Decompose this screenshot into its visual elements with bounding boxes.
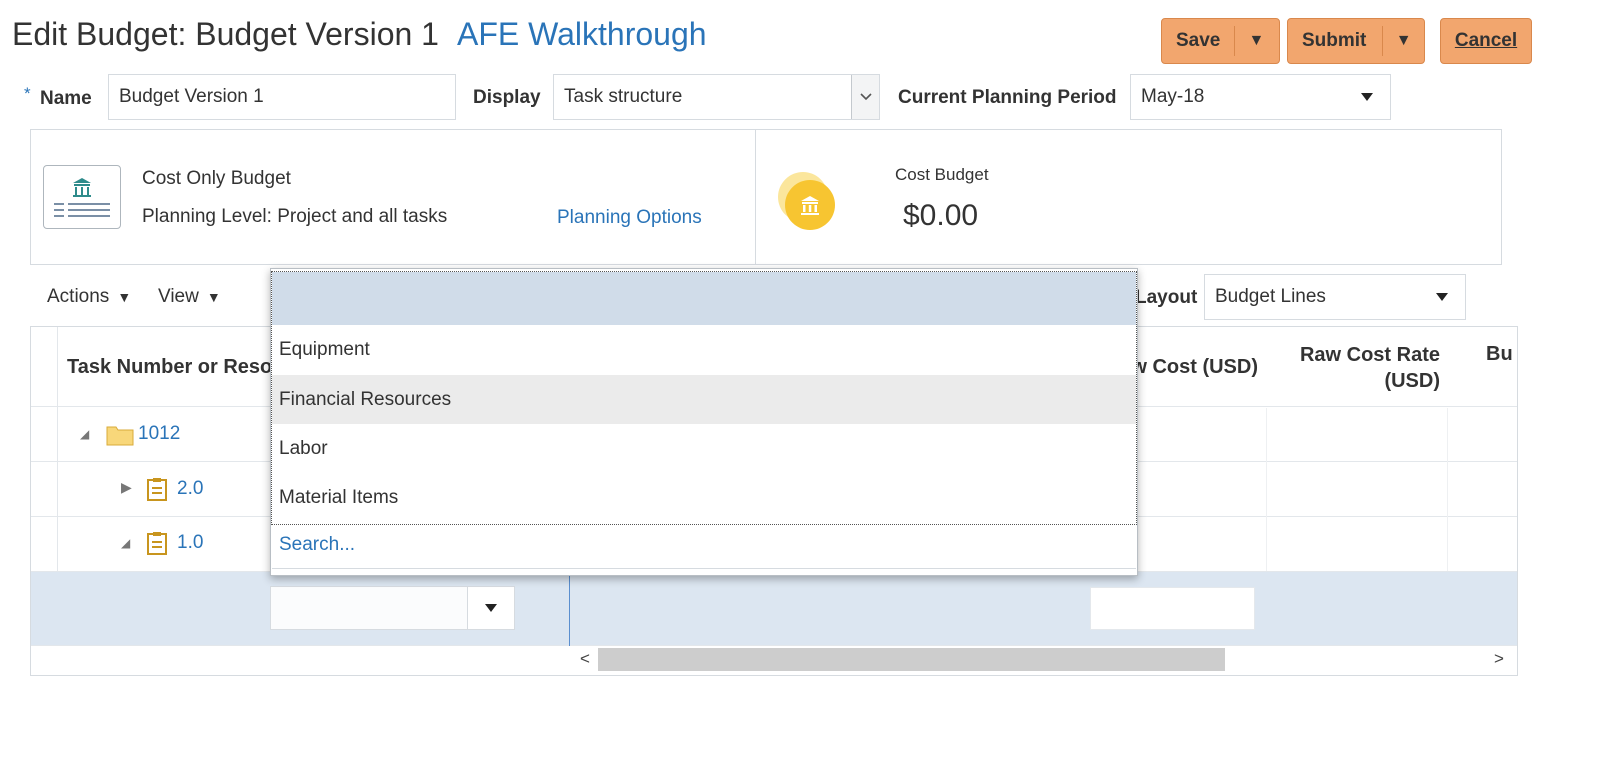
cell-focus-line xyxy=(569,572,570,646)
task-link-2-0[interactable]: 2.0 xyxy=(177,478,203,500)
col-header-budget[interactable]: Bu xyxy=(1486,343,1513,366)
dropdown-header-row[interactable] xyxy=(272,272,1136,325)
triangle-down-icon[interactable]: ◢ xyxy=(121,536,130,550)
actions-menu[interactable]: Actions ▼ xyxy=(47,286,131,308)
dropdown-item-equipment[interactable]: Equipment xyxy=(279,339,370,361)
triangle-right-icon[interactable]: ▶ xyxy=(121,479,132,496)
name-label: Name xyxy=(40,88,92,109)
dropdown-search-link[interactable]: Search... xyxy=(279,534,355,556)
display-label: Display xyxy=(473,87,541,108)
cancel-button[interactable]: Cancel xyxy=(1440,18,1532,64)
col-header-raw-rate-line1: Raw Cost Rate xyxy=(1299,344,1440,366)
row-divider xyxy=(31,645,1517,646)
planning-options-link[interactable]: Planning Options xyxy=(557,207,702,229)
col-header-task[interactable]: Task Number or Resource xyxy=(67,356,272,379)
resource-select[interactable] xyxy=(270,586,515,630)
save-button[interactable]: Save xyxy=(1162,30,1234,52)
period-label: Current Planning Period xyxy=(898,87,1117,108)
budget-type: Cost Only Budget xyxy=(142,168,291,189)
required-indicator: * xyxy=(24,84,31,103)
display-select-value: Task structure xyxy=(564,86,683,107)
actions-label: Actions xyxy=(47,286,110,307)
save-menu-arrow-icon[interactable]: ▼ xyxy=(1235,32,1277,50)
horizontal-scrollbar-thumb[interactable] xyxy=(598,648,1225,671)
name-input[interactable]: Budget Version 1 xyxy=(108,74,456,120)
submit-button-group: Submit ▼ xyxy=(1287,18,1425,64)
save-button-group: Save ▼ xyxy=(1161,18,1280,64)
page-title: Edit Budget: Budget Version 1 AFE Walkthr… xyxy=(12,16,707,53)
submit-button[interactable]: Submit xyxy=(1288,30,1382,52)
clipboard-icon xyxy=(146,477,168,506)
col-header-raw-cost[interactable]: Raw Cost (USD) xyxy=(1138,356,1258,379)
col-divider xyxy=(1266,408,1267,571)
period-dropdown-icon[interactable] xyxy=(1344,75,1390,119)
dropdown-item-material-items[interactable]: Material Items xyxy=(279,487,398,509)
project-name-link[interactable]: AFE Walkthrough xyxy=(457,16,707,52)
page-title-text: Edit Budget: Budget Version 1 xyxy=(12,16,439,52)
period-select-value: May-18 xyxy=(1141,86,1205,107)
bank-document-icon xyxy=(43,165,121,229)
name-input-value: Budget Version 1 xyxy=(119,86,264,107)
coin-bank-icon xyxy=(776,170,840,239)
scroll-right-icon[interactable]: > xyxy=(1494,649,1504,669)
dropdown-item-labor[interactable]: Labor xyxy=(279,438,328,460)
display-select[interactable]: Task structure xyxy=(553,74,880,120)
cost-budget-label: Cost Budget xyxy=(895,165,989,184)
scroll-left-icon[interactable]: < xyxy=(580,649,590,669)
raw-cost-input[interactable] xyxy=(1090,587,1255,630)
col-header-raw-rate[interactable]: Raw Cost Rate (USD) xyxy=(1270,342,1440,394)
task-link-1012[interactable]: 1012 xyxy=(138,423,180,445)
submit-menu-arrow-icon[interactable]: ▼ xyxy=(1383,32,1424,50)
dropdown-footer-divider xyxy=(272,568,1136,569)
selected-row[interactable] xyxy=(31,572,1517,646)
period-select[interactable]: May-18 xyxy=(1130,74,1391,120)
col-header-raw-cost-text: Raw Cost (USD) xyxy=(1138,356,1258,378)
folder-icon xyxy=(106,424,134,451)
budget-summary-panel xyxy=(30,129,1502,265)
view-menu[interactable]: View ▼ xyxy=(158,286,221,308)
layout-select-value: Budget Lines xyxy=(1215,286,1326,307)
task-link-1-0[interactable]: 1.0 xyxy=(177,532,203,554)
col-divider xyxy=(1447,408,1448,571)
resource-dropdown-icon[interactable] xyxy=(467,587,514,629)
clipboard-icon xyxy=(146,531,168,560)
cancel-label: Cancel xyxy=(1454,30,1518,51)
chevron-down-icon[interactable] xyxy=(851,75,879,119)
col-header-raw-rate-line2: (USD) xyxy=(1384,370,1440,392)
resource-dropdown-menu: Equipment Financial Resources Labor Mate… xyxy=(270,268,1138,576)
planning-level: Planning Level: Project and all tasks xyxy=(142,206,448,227)
summary-divider xyxy=(755,129,756,265)
dropdown-item-financial-resources[interactable]: Financial Resources xyxy=(279,389,451,411)
view-arrow-icon: ▼ xyxy=(206,289,221,305)
actions-arrow-icon: ▼ xyxy=(117,289,132,305)
layout-dropdown-icon[interactable] xyxy=(1419,275,1465,319)
triangle-down-icon[interactable]: ◢ xyxy=(80,427,89,441)
layout-select[interactable]: Budget Lines xyxy=(1204,274,1466,320)
cost-budget-value: $0.00 xyxy=(903,199,979,232)
layout-label: Layout xyxy=(1135,287,1198,308)
view-label: View xyxy=(158,286,199,307)
